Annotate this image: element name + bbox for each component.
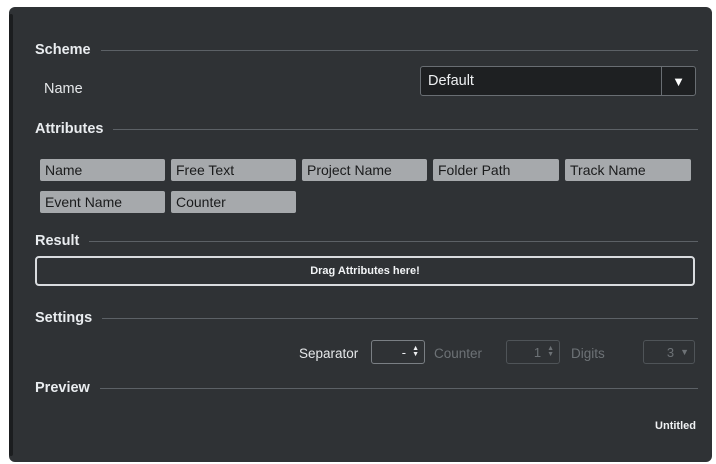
counter-value: 1 (533, 344, 542, 360)
separator-value: - (401, 344, 407, 360)
scheme-name-label: Name (44, 81, 83, 97)
attribute-chip-project-name[interactable]: Project Name (302, 159, 427, 181)
scheme-name-value: Default (428, 73, 474, 89)
attribute-chip-counter[interactable]: Counter (171, 191, 296, 213)
section-title-result: Result (35, 233, 80, 249)
counter-label: Counter (434, 346, 483, 361)
section-divider (102, 317, 698, 319)
section-divider (99, 387, 698, 389)
attribute-chip-folder-path[interactable]: Folder Path (433, 159, 559, 181)
section-title-scheme: Scheme (35, 42, 91, 58)
section-divider (100, 49, 698, 51)
spin-arrows-icon[interactable]: ▲ ▼ (412, 345, 419, 358)
section-title-settings: Settings (35, 310, 93, 326)
separator-label: Separator (299, 346, 359, 361)
section-settings: Settings (35, 308, 698, 328)
section-title-preview: Preview (35, 380, 90, 396)
section-preview: Preview (35, 378, 698, 398)
drop-hint-text: Drag Attributes here! (310, 265, 420, 277)
digits-label: Digits (571, 346, 605, 361)
attribute-chip-name[interactable]: Name (40, 159, 165, 181)
panel-left-edge (9, 14, 13, 456)
section-attributes: Attributes (35, 119, 698, 139)
chevron-down-icon[interactable]: ▼ (661, 67, 695, 95)
chevron-down-icon[interactable]: ▼ (680, 347, 689, 357)
digits-value: 3 (666, 344, 675, 360)
spin-arrows-icon[interactable]: ▲ ▼ (547, 345, 554, 358)
section-scheme: Scheme (35, 40, 698, 60)
attribute-chip-event-name[interactable]: Event Name (40, 191, 165, 213)
section-title-attributes: Attributes (35, 121, 104, 137)
scheme-name-dropdown[interactable]: Default ▼ (420, 66, 696, 96)
section-divider (89, 240, 698, 242)
separator-spinbox[interactable]: - ▲ ▼ (371, 340, 425, 364)
section-divider (113, 128, 698, 130)
attribute-chip-track-name[interactable]: Track Name (565, 159, 691, 181)
preview-value: Untitled (655, 420, 696, 432)
result-drop-zone[interactable]: Drag Attributes here! (35, 256, 695, 286)
digits-dropdown[interactable]: 3 ▼ (643, 340, 695, 364)
counter-spinbox[interactable]: 1 ▲ ▼ (506, 340, 560, 364)
section-result: Result (35, 231, 698, 251)
attribute-chip-free-text[interactable]: Free Text (171, 159, 296, 181)
